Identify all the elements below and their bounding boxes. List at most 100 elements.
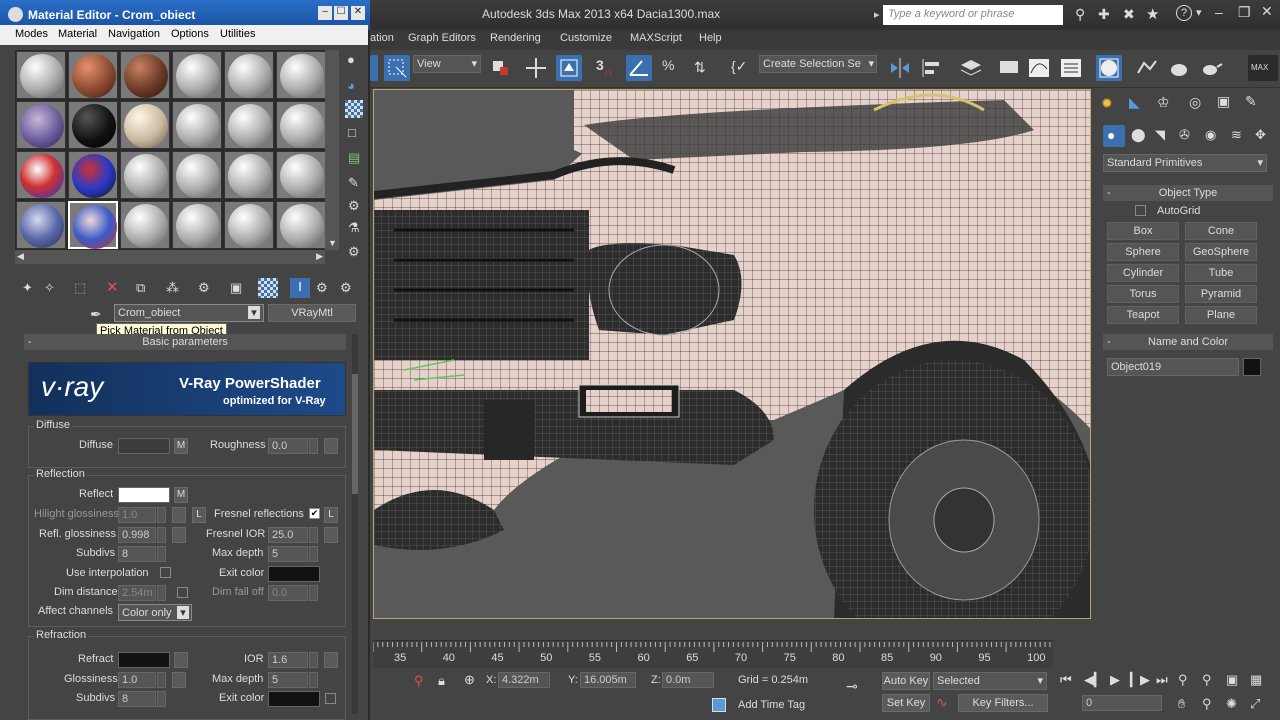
- key-filters-button[interactable]: Key Filters...: [958, 694, 1048, 712]
- menu-maxscript[interactable]: MAXScript: [630, 32, 682, 44]
- sample-slot[interactable]: [276, 51, 326, 99]
- spacewarps-category-icon[interactable]: ≋: [1231, 127, 1242, 143]
- sample-slot[interactable]: [172, 201, 222, 249]
- create-tab-icon[interactable]: ✹: [1101, 95, 1113, 112]
- lock-selection-icon[interactable]: 🔒︎: [438, 673, 445, 689]
- diffuse-color-swatch[interactable]: [118, 438, 170, 454]
- refl-glossiness-spinner[interactable]: [157, 527, 166, 543]
- sample-slot[interactable]: [172, 51, 222, 99]
- menu-animation[interactable]: ation: [370, 32, 394, 44]
- name-color-rollout[interactable]: - Name and Color: [1103, 334, 1273, 350]
- x-coord-input[interactable]: 4.322m: [498, 672, 550, 688]
- select-manipulate-button[interactable]: [556, 55, 582, 81]
- scroll-right-icon[interactable]: ▶: [316, 251, 323, 262]
- key-tool-icon[interactable]: ✚: [1098, 6, 1110, 23]
- orbit-icon[interactable]: ✺: [1226, 696, 1237, 712]
- layer-manager-button[interactable]: [958, 55, 984, 81]
- sample-slot[interactable]: [224, 101, 274, 149]
- maximize-icon[interactable]: ☐: [334, 6, 348, 20]
- favorites-star-icon[interactable]: ★: [1146, 5, 1159, 23]
- object-name-input[interactable]: Object019: [1107, 358, 1239, 376]
- cylinder-button[interactable]: Cylinder: [1107, 264, 1179, 282]
- menu-options[interactable]: Options: [171, 28, 209, 40]
- sample-slot[interactable]: [120, 151, 170, 199]
- play-icon[interactable]: ▶: [1110, 672, 1120, 688]
- max-depth-spinner[interactable]: [309, 546, 318, 562]
- refr-subdivs-input[interactable]: 8: [118, 691, 156, 707]
- material-type-button[interactable]: VRayMtl: [268, 304, 356, 322]
- params-scrollbar[interactable]: [352, 334, 358, 714]
- exit-color-swatch[interactable]: [268, 566, 320, 582]
- menu-rendering[interactable]: Rendering: [490, 32, 541, 44]
- add-time-tag-button[interactable]: Add Time Tag: [738, 699, 805, 711]
- maximize-viewport-icon[interactable]: ⤢: [1250, 696, 1260, 712]
- sample-slot-active[interactable]: [68, 201, 118, 249]
- hilight-lock-button[interactable]: L: [192, 507, 206, 523]
- sample-type-icon[interactable]: ●: [347, 52, 355, 67]
- teapot-button[interactable]: Teapot: [1107, 306, 1179, 324]
- sample-slot[interactable]: [68, 101, 118, 149]
- sample-slot[interactable]: [120, 51, 170, 99]
- key-mode-dropdown[interactable]: Selected ▾: [933, 672, 1047, 690]
- minimize-icon[interactable]: –: [318, 6, 332, 20]
- autogrid-checkbox[interactable]: [1135, 205, 1146, 216]
- fresnel-ior-input[interactable]: 25.0: [268, 527, 308, 543]
- primitives-dropdown[interactable]: Standard Primitives ▾: [1103, 154, 1267, 172]
- sample-slot[interactable]: [172, 151, 222, 199]
- material-id-icon[interactable]: ⚙: [198, 280, 210, 296]
- search-input[interactable]: Type a keyword or phrase: [883, 5, 1063, 25]
- eyedropper-icon[interactable]: ✒: [90, 306, 102, 323]
- subdivs-spinner[interactable]: [157, 546, 166, 562]
- dim-distance-checkbox[interactable]: [177, 587, 188, 598]
- make-unique-icon[interactable]: ⧉: [136, 280, 145, 296]
- reset-map-icon[interactable]: ✕: [106, 278, 119, 296]
- key-icon[interactable]: ⊸: [846, 678, 858, 695]
- refr-exit-color-swatch[interactable]: [268, 691, 320, 707]
- refr-max-depth-input[interactable]: 5: [268, 672, 308, 688]
- geometry-category-button[interactable]: ●: [1103, 125, 1125, 147]
- roughness-spinner[interactable]: [309, 438, 318, 454]
- refract-map-button[interactable]: [174, 652, 188, 668]
- toolbar-edge-button[interactable]: [370, 55, 378, 81]
- diffuse-map-button[interactable]: M: [174, 438, 188, 454]
- sample-slot[interactable]: [120, 201, 170, 249]
- sample-slot[interactable]: [16, 201, 66, 249]
- dim-fall-off-spinner[interactable]: [309, 585, 318, 601]
- menu-navigation[interactable]: Navigation: [108, 28, 160, 40]
- perspective-viewport[interactable]: [373, 89, 1091, 619]
- use-interpolation-checkbox[interactable]: [160, 567, 171, 578]
- selection-set-dropdown[interactable]: Create Selection Se ▾: [759, 55, 877, 73]
- torus-button[interactable]: Torus: [1107, 285, 1179, 303]
- mirror-button[interactable]: [887, 55, 913, 81]
- current-frame-input[interactable]: 0: [1082, 695, 1162, 711]
- max-depth-input[interactable]: 5: [268, 546, 308, 562]
- display-tab-icon[interactable]: ▣: [1217, 93, 1230, 110]
- pan-view-icon[interactable]: ✋︎: [1178, 696, 1185, 712]
- goto-end-icon[interactable]: ⏭: [1156, 672, 1168, 688]
- object-type-rollout[interactable]: - Object Type: [1103, 185, 1273, 201]
- render-frame-button[interactable]: [1166, 55, 1192, 81]
- box-button[interactable]: Box: [1107, 222, 1179, 240]
- sample-slot[interactable]: [68, 51, 118, 99]
- backlight-icon[interactable]: ◕: [347, 78, 355, 93]
- ribbon-button[interactable]: [996, 55, 1022, 81]
- fresnel-reflections-checkbox[interactable]: ✔: [309, 508, 320, 519]
- timeline-track[interactable]: 35 40 45 50 55 60 65 70 75 80 85 90 95 100: [373, 640, 1053, 670]
- sample-slot[interactable]: [172, 101, 222, 149]
- sample-slot[interactable]: [68, 151, 118, 199]
- zoom-all-icon[interactable]: ⚲: [1202, 672, 1212, 688]
- go-forward-sibling-icon[interactable]: ⚙: [316, 280, 328, 296]
- video-color-check-icon[interactable]: ▤: [348, 150, 360, 166]
- show-shaded-icon[interactable]: ▣: [230, 280, 242, 296]
- material-name-dropdown[interactable]: Crom_obiect ▾: [114, 304, 264, 322]
- menu-customize[interactable]: Customize: [560, 32, 612, 44]
- select-by-material-icon[interactable]: ⚗: [348, 220, 360, 236]
- sphere-button[interactable]: Sphere: [1107, 243, 1179, 261]
- z-coord-input[interactable]: 0.0m: [662, 672, 714, 688]
- assign-material-icon[interactable]: ⬚: [74, 280, 86, 296]
- slots-vertical-scrollbar[interactable]: ▼: [325, 50, 339, 250]
- menu-material[interactable]: Material: [58, 28, 97, 40]
- ior-input[interactable]: 1.6: [268, 652, 308, 668]
- menu-help[interactable]: Help: [699, 32, 722, 44]
- roughness-map-button[interactable]: [324, 438, 338, 454]
